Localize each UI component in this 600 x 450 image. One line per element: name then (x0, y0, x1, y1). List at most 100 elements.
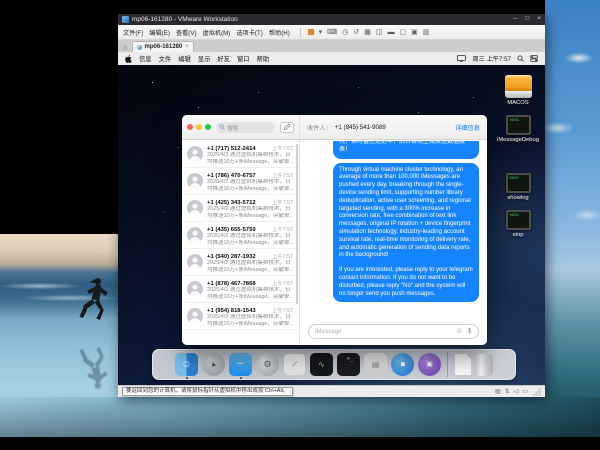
desktop-icon-art: exec (506, 115, 531, 135)
desktop-icon-label: MACOS (507, 100, 528, 106)
macos-menu-item[interactable]: 信息 (139, 54, 152, 63)
to-label: 收件人： (307, 123, 332, 132)
ctrl-alt-del-icon[interactable]: ⌨ (327, 29, 337, 36)
tab-close-icon[interactable]: × (185, 44, 189, 50)
vmware-menu-item[interactable]: 虚拟机(M) (203, 28, 231, 37)
document-dock-icon[interactable] (454, 353, 472, 376)
conversation-row[interactable]: +1 (540) 287-1932 上午7:57 2025/4/2 通过虚拟机集… (182, 249, 299, 276)
close-window-button[interactable] (187, 124, 193, 130)
control-center-icon[interactable] (530, 55, 538, 62)
thread-header: 收件人： +1 (845) 541-9089 详细信息 (300, 115, 487, 139)
close-button[interactable]: × (537, 16, 541, 23)
maximize-button[interactable]: □ (525, 16, 529, 23)
compose-button[interactable] (280, 122, 294, 133)
desktop-icon-art: exec (506, 210, 531, 230)
dock-divider[interactable] (447, 352, 448, 377)
home-tab-icon[interactable]: ⌂ (123, 44, 128, 52)
desktop-icon[interactable]: MACOS (505, 75, 532, 106)
system-preferences-dock-icon[interactable]: ⚙ (256, 353, 279, 376)
vmware-menu-item[interactable]: 编辑(E) (149, 28, 170, 37)
window-controls: –□ × (514, 16, 541, 23)
suspend-dropdown[interactable]: ▾ (319, 29, 323, 36)
console-view-icon[interactable]: ▥ (423, 29, 430, 36)
snapshot-revert-icon[interactable]: ↺ (353, 29, 359, 36)
desktop-icons: MACOS exec iMessageDebug exec showlog ex… (497, 66, 539, 238)
list-pane-header: 搜索 (182, 115, 300, 139)
sent-message-bubble: 况，实时监控送达率，后台自动生成发送数据报表！ (333, 141, 479, 159)
network-status-icon[interactable]: ⇅ (505, 389, 510, 395)
unity-mode-icon[interactable]: ▣ (411, 29, 418, 36)
harddisk-status-icon[interactable]: ▤ (495, 389, 501, 395)
macos-menu-item[interactable]: 好友 (217, 54, 230, 63)
spotlight-search-icon[interactable] (517, 55, 524, 62)
toolbar-separator (300, 28, 301, 37)
vm-tab[interactable]: mp06-161280 × (132, 41, 194, 52)
library-panel-icon[interactable]: ◫ (376, 29, 383, 36)
conversation-row[interactable]: +1 (425) 343-5712 上午7:57 2025/4/2 通过虚拟机集… (182, 195, 299, 222)
macos-menu-item[interactable]: 窗口 (237, 54, 250, 63)
macos-menu-item[interactable]: 文件 (159, 54, 172, 63)
conversation-text: +1 (954) 818-1543 上午7:57 2025/4/2 通过虚拟机集… (207, 306, 293, 329)
terminal-dock-icon[interactable]: >_ (337, 353, 360, 376)
host-wallpaper-shore (0, 397, 600, 437)
airplay-display-icon[interactable] (457, 55, 466, 62)
screen-sharing-dock-icon[interactable]: ▣ (418, 353, 441, 376)
vmware-status-hint: 要返回到您的计算机，请将鼠标指针从虚拟机中移出或按 Ctrl+Alt。 (122, 387, 293, 397)
finder-dock-icon[interactable]: ☺ (175, 353, 198, 376)
sound-status-icon[interactable]: ◁ (514, 389, 519, 395)
list-scrollbar[interactable] (296, 144, 298, 304)
message-thread: 况，实时监控送达率，后台自动生成发送数据报表！ Through virtual … (300, 141, 487, 345)
vmware-menu-item[interactable]: 文件(F) (123, 28, 143, 37)
snapshot-take-icon[interactable]: ◷ (342, 29, 348, 36)
imessage-body: +1 (717) 512-2414 上午7:57 2025/4/2 通过虚拟机集… (182, 141, 487, 345)
emoji-icon[interactable]: ☺ (455, 327, 463, 335)
zoom-window-button[interactable] (205, 124, 211, 130)
conversation-row[interactable]: +1 (435) 655-5750 上午7:57 2025/4/2 通过虚拟机集… (182, 222, 299, 249)
conversation-time: 上午7:57 (270, 198, 293, 206)
message-log-icon[interactable]: ▭ (522, 389, 528, 395)
details-link[interactable]: 详细信息 (455, 123, 480, 132)
conversation-text: +1 (540) 287-1932 上午7:57 2025/4/2 通过虚拟机集… (207, 252, 293, 275)
desktop-icon[interactable]: exec stop (506, 210, 531, 238)
thumbnail-bar-icon[interactable]: ▬ (387, 29, 394, 36)
installer-dock-icon[interactable]: ▤ (364, 353, 387, 376)
minimize-button[interactable]: – (514, 16, 518, 23)
search-icon (219, 124, 225, 130)
message-input[interactable]: iMessage ☺ (308, 324, 479, 339)
conversation-preview: 2025/4/2 通过虚拟机集群技术，日 均推送10万+条iMessage，突破… (207, 287, 293, 301)
menubar-clock[interactable]: 周三 上午7:57 (472, 54, 511, 63)
trash-dock-icon[interactable] (476, 354, 493, 376)
minimize-window-button[interactable] (196, 124, 202, 130)
avatar-icon (187, 281, 203, 297)
vm-tab-label: mp06-161280 (145, 44, 183, 50)
conversation-preview: 2025/4/2 通过虚拟机集群技术，日 均推送10万+条iMessage，突破… (207, 152, 293, 166)
activity-monitor-dock-icon[interactable]: ∿ (310, 353, 333, 376)
vmware-logo-icon (122, 16, 129, 23)
macos-menu-item[interactable]: 编辑 (178, 54, 191, 63)
safari-dock-icon[interactable]: ◆ (391, 353, 414, 376)
conversation-text: +1 (717) 512-2414 上午7:57 2025/4/2 通过虚拟机集… (207, 144, 293, 167)
suspend-button[interactable]: ▮▮ (307, 28, 313, 36)
conversation-row[interactable]: +1 (878) 467-7868 上午7:57 2025/4/2 通过虚拟机集… (182, 276, 299, 303)
dictation-mic-icon[interactable] (467, 327, 472, 336)
desktop-icon[interactable]: exec showlog (506, 173, 531, 201)
conversation-row[interactable]: +1 (786) 470-6757 上午7:57 2025/4/2 通过虚拟机集… (182, 168, 299, 195)
macos-menu-item[interactable]: 显示 (198, 54, 211, 63)
macos-menu-item[interactable]: 帮助 (257, 54, 270, 63)
conversation-row[interactable]: +1 (954) 818-1543 上午7:57 2025/4/2 通过虚拟机集… (182, 303, 299, 330)
vmware-menu-item[interactable]: 帮助(H) (269, 28, 290, 37)
launchpad-dock-icon[interactable]: ▲ (202, 353, 225, 376)
apple-logo-icon[interactable] (125, 55, 132, 63)
textedit-dock-icon[interactable]: ∕ (283, 353, 306, 376)
desktop-icon[interactable]: exec iMessageDebug (497, 115, 539, 143)
vmware-menu-item[interactable]: 查看(V) (176, 28, 197, 37)
conversation-row[interactable]: +1 (717) 512-2414 上午7:57 2025/4/2 通过虚拟机集… (182, 141, 299, 168)
conversation-list: +1 (717) 512-2414 上午7:57 2025/4/2 通过虚拟机集… (182, 141, 300, 345)
conversation-time: 上午7:57 (270, 171, 293, 179)
resize-grip[interactable] (533, 388, 541, 396)
snapshot-manager-icon[interactable]: ▦ (364, 29, 371, 36)
messages-dock-icon[interactable]: ••• (229, 353, 252, 376)
vmware-menu-item[interactable]: 选项卡(T) (236, 28, 262, 37)
search-input[interactable]: 搜索 (216, 122, 275, 133)
fullscreen-icon[interactable]: ▢ (399, 29, 406, 36)
